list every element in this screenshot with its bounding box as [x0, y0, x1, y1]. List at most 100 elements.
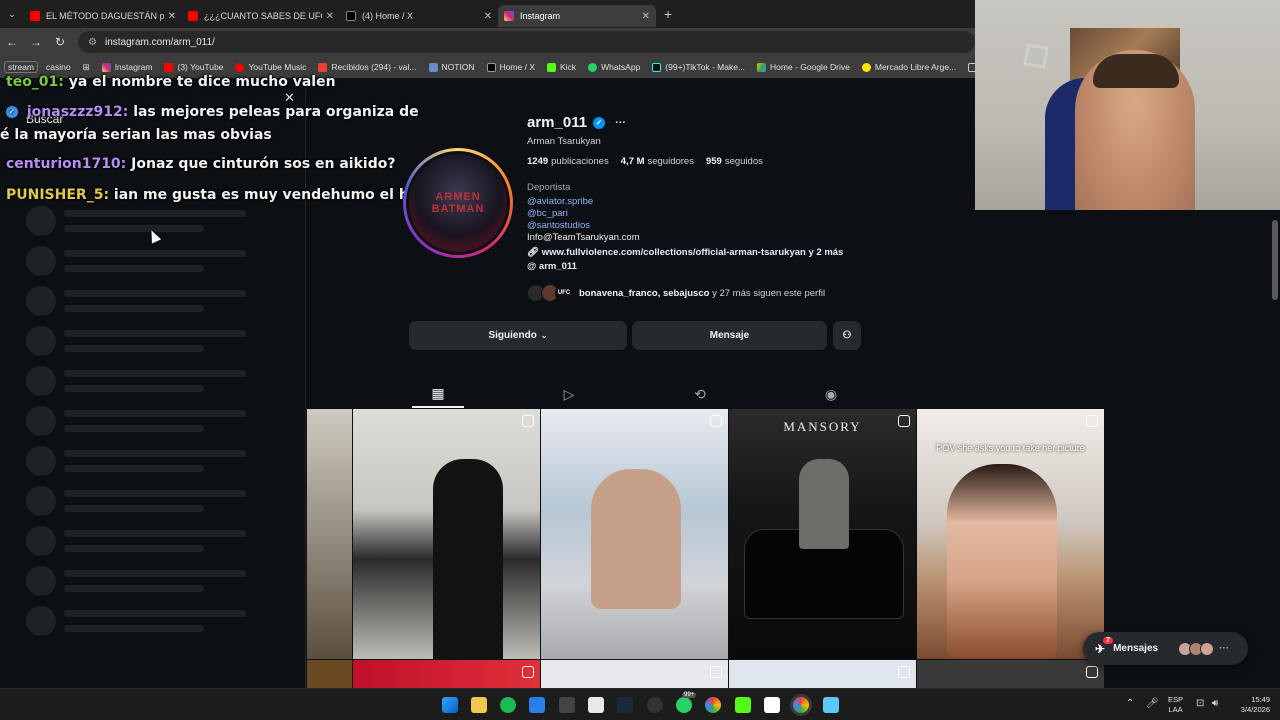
skeleton-line: [64, 330, 246, 337]
back-arrow-icon[interactable]: ←: [0, 35, 24, 49]
post-thumbnail[interactable]: [307, 660, 352, 688]
bookmark-stream[interactable]: stream: [4, 61, 38, 73]
profile-avatar[interactable]: ARMEN BATMAN: [403, 148, 513, 258]
tab-youtube-1[interactable]: EL MÉTODO DAGUESTÁN para ✕: [24, 5, 182, 27]
post-thumbnail[interactable]: [353, 409, 540, 659]
bookmark-tiktok[interactable]: (99+)TikTok - Make...: [652, 62, 745, 72]
following-count[interactable]: 959 seguidos: [706, 156, 763, 167]
skeleton-row: [26, 326, 246, 356]
notion-icon[interactable]: [764, 697, 780, 713]
capcut-icon[interactable]: [588, 697, 604, 713]
site-info-icon[interactable]: ⚙: [88, 37, 97, 48]
post-thumbnail[interactable]: [353, 660, 540, 688]
system-clock[interactable]: 15:49 3/4/2026: [1230, 695, 1270, 715]
skeleton-line: [64, 250, 246, 257]
more-options-icon[interactable]: ···: [615, 117, 626, 129]
bio-mention-link[interactable]: @aviator.spribe: [527, 196, 593, 207]
external-link[interactable]: 🔗︎ www.fullviolence.com/collections/offi…: [527, 247, 843, 258]
skeleton-avatar: [26, 246, 56, 276]
post-thumbnail[interactable]: [729, 660, 916, 688]
post-thumbnail[interactable]: [917, 660, 1104, 688]
chrome-active-icon[interactable]: [793, 697, 809, 713]
apps-grid-icon[interactable]: ⊞: [83, 62, 90, 73]
tab-reposts[interactable]: ⟲: [674, 380, 726, 408]
address-bar[interactable]: ⚙ instagram.com/arm_011/: [78, 31, 975, 53]
post-thumbnail[interactable]: [541, 660, 728, 688]
bookmark-folder-pr[interactable]: PR: [968, 62, 975, 72]
bookmark-whatsapp[interactable]: WhatsApp: [588, 62, 640, 72]
bio-mention-link[interactable]: @santostudios: [527, 220, 590, 231]
scrollbar-thumb[interactable]: [1272, 220, 1278, 300]
post-thumbnail[interactable]: POV she asks you to take her picture: [917, 409, 1104, 659]
bookmark-notion[interactable]: NOTION: [428, 62, 475, 72]
bookmark-instagram[interactable]: Instagram: [101, 62, 153, 72]
reel-icon: [898, 666, 910, 678]
bookmark-gmail[interactable]: Recibidos (294) - val...: [318, 62, 417, 72]
bookmark-youtube-music[interactable]: YouTube Music: [235, 62, 306, 72]
page-scrollbar[interactable]: [1270, 210, 1280, 688]
messages-widget[interactable]: ✈ 7 Mensajes ···: [1083, 632, 1248, 665]
bookmark-google-drive[interactable]: Home - Google Drive: [757, 62, 850, 72]
reels-icon: ▷: [563, 385, 575, 402]
suggested-users-button[interactable]: ⚇: [833, 321, 861, 350]
bookmark-label: YouTube Music: [248, 62, 307, 72]
volume-icon[interactable]: 🔊︎: [1212, 698, 1218, 709]
posts-number: 1249: [527, 156, 549, 167]
windows-taskbar: 99+ ⌃ 🎤︎ ESP LAA ⊡ 🔊︎ 15:49 3/4/2026: [0, 688, 1280, 720]
followers-count[interactable]: 4,7 Mseguidores: [621, 156, 694, 167]
followed-by[interactable]: UFC bonavena_franco, sebajusco y 27 más …: [527, 284, 825, 302]
store-icon[interactable]: [529, 697, 545, 713]
bookmark-mercadolibre[interactable]: Mercado Libre Arge...: [861, 62, 956, 72]
bookmark-youtube[interactable]: (3) YouTube: [164, 62, 223, 72]
chrome-icon[interactable]: [705, 697, 721, 713]
bookmark-x[interactable]: Home / X: [486, 62, 535, 72]
threads-handle: arm_011: [538, 261, 577, 272]
skeleton-row: [26, 286, 246, 316]
reload-icon[interactable]: ↻: [48, 35, 72, 49]
bookmark-label: Home / X: [499, 62, 535, 72]
steam-icon[interactable]: [617, 697, 633, 713]
bookmark-kick[interactable]: Kick: [547, 62, 576, 72]
notepad-icon[interactable]: [823, 697, 839, 713]
tab-instagram[interactable]: Instagram ✕: [498, 5, 656, 27]
forward-arrow-icon[interactable]: →: [24, 35, 48, 49]
post-thumbnail[interactable]: [307, 409, 352, 659]
close-tab-icon[interactable]: ✕: [484, 11, 492, 22]
app-icon[interactable]: [559, 697, 575, 713]
bio-mention-link[interactable]: @bc_pari: [527, 208, 568, 219]
tab-search-chevron-icon[interactable]: ⌄: [0, 0, 24, 28]
tab-tagged[interactable]: ◉: [805, 380, 857, 408]
close-tab-icon[interactable]: ✕: [642, 11, 650, 22]
tab-posts-grid[interactable]: ▦: [412, 380, 464, 408]
tray-chevron-icon[interactable]: ⌃: [1126, 698, 1134, 709]
chat-username: jonaszzz912:: [26, 104, 129, 120]
whatsapp-icon[interactable]: [676, 697, 692, 713]
bookmark-casino[interactable]: casino: [46, 62, 71, 72]
network-icon[interactable]: ⊡: [1196, 698, 1204, 709]
message-button[interactable]: Mensaje: [632, 321, 827, 350]
following-button[interactable]: Siguiendo ⌄: [409, 321, 627, 350]
reel-icon: [1086, 666, 1098, 678]
tab-reels[interactable]: ▷: [543, 380, 595, 408]
spotify-icon[interactable]: [500, 697, 516, 713]
threads-link[interactable]: @ arm_011: [527, 261, 577, 272]
lang-layout: LAA: [1168, 705, 1183, 714]
post-thumbnail[interactable]: [541, 409, 728, 659]
microphone-icon[interactable]: 🎤︎: [1146, 698, 1159, 709]
close-tab-icon[interactable]: ✕: [168, 11, 176, 22]
skeleton-lines: [64, 250, 246, 272]
new-tab-plus-icon[interactable]: +: [664, 6, 672, 22]
post-thumbnail[interactable]: MANSORY: [729, 409, 916, 659]
reel-icon: [1086, 415, 1098, 427]
tab-youtube-2[interactable]: ¿¿¿CUANTO SABES DE UFC??? ✕: [182, 5, 340, 27]
close-tab-icon[interactable]: ✕: [326, 11, 334, 22]
bookmark-label: Instagram: [114, 62, 153, 72]
tab-x-home[interactable]: (4) Home / X ✕: [340, 5, 498, 27]
obs-icon[interactable]: [647, 697, 663, 713]
avatar-frame: ARMEN BATMAN: [406, 151, 510, 255]
file-explorer-icon[interactable]: [471, 697, 487, 713]
input-language[interactable]: ESP LAA: [1168, 695, 1183, 715]
windows-start-icon[interactable]: [442, 697, 458, 713]
instagram-favicon-icon: [504, 11, 514, 21]
kick-icon[interactable]: [735, 697, 751, 713]
